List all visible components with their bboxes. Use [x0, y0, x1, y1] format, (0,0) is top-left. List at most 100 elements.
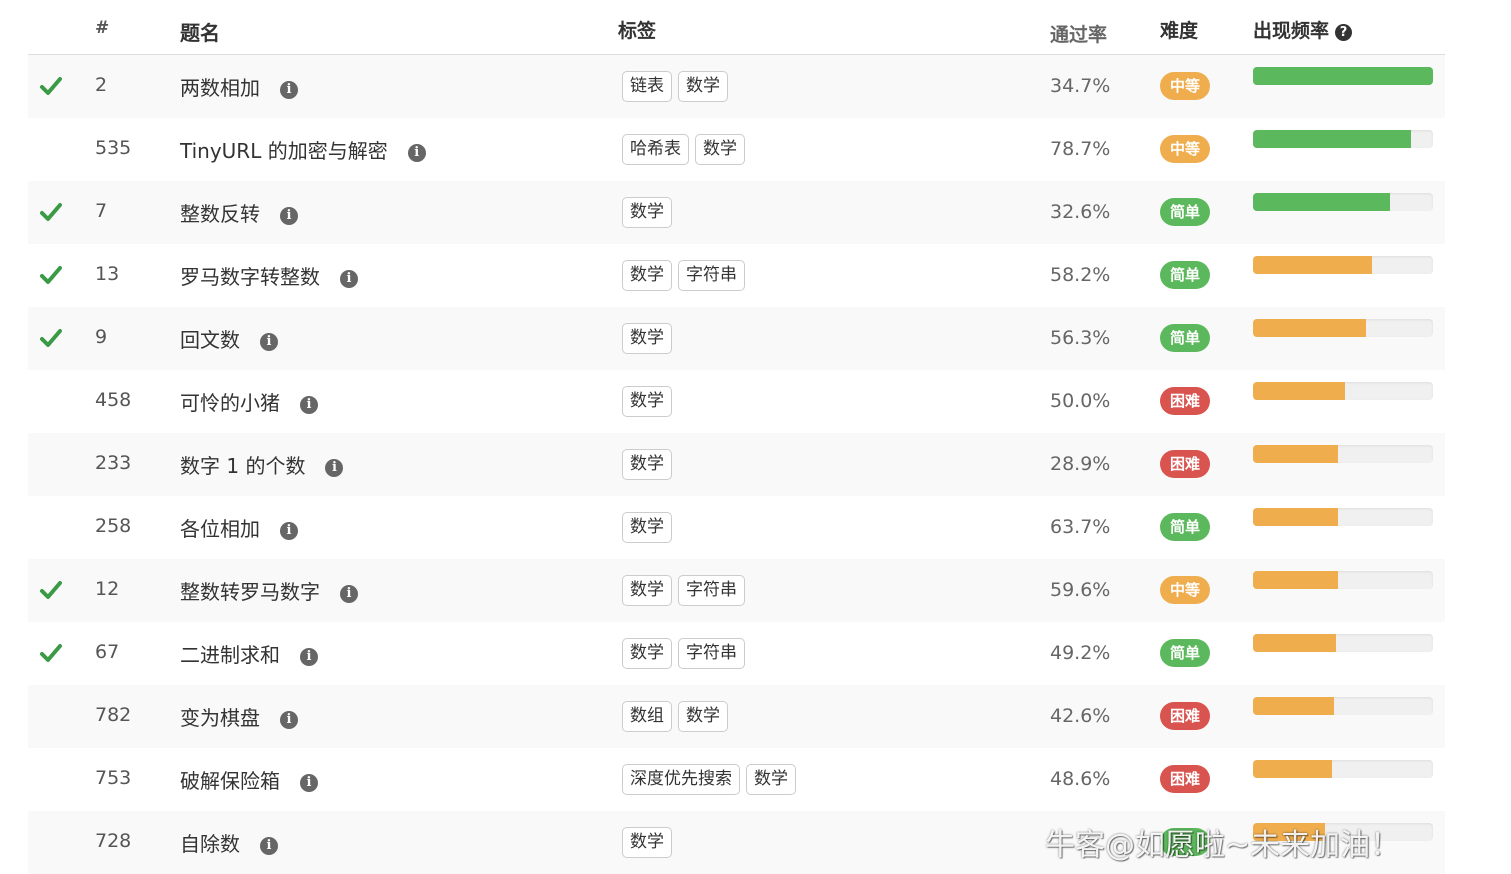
tag-badge[interactable]: 数学 — [622, 386, 672, 417]
info-icon[interactable]: i — [300, 774, 318, 792]
tag-list: 数学 字符串 — [622, 638, 751, 669]
problem-title-link[interactable]: 变为棋盘 — [180, 706, 260, 730]
tag-badge[interactable]: 数学 — [678, 71, 728, 102]
info-icon[interactable]: i — [280, 522, 298, 540]
problem-title-cell: TinyURL 的加密与解密 i — [180, 135, 426, 164]
acceptance-rate: 56.3% — [1050, 327, 1111, 349]
info-icon[interactable]: i — [325, 459, 344, 477]
info-icon[interactable]: i — [280, 81, 298, 99]
acceptance-rate: 28.9% — [1050, 453, 1111, 475]
problem-title-link[interactable]: 两数相加 — [180, 76, 260, 100]
problem-title-cell: 数字 1 的个数 i — [180, 450, 344, 479]
tag-badge[interactable]: 数学 — [622, 260, 672, 291]
tag-badge[interactable]: 数学 — [695, 134, 745, 165]
problem-id: 12 — [95, 578, 120, 600]
table-row[interactable]: 13 罗马数字转整数 i 数学 字符串 58.2% 简单 — [28, 244, 1445, 307]
difficulty-badge: 简单 — [1160, 324, 1210, 352]
table-row[interactable]: 753 破解保险箱 i 深度优先搜索 数学 48.6% 困难 — [28, 748, 1445, 811]
header-num[interactable]: # — [95, 18, 109, 38]
tag-badge[interactable]: 数学 — [622, 827, 672, 858]
tag-badge[interactable]: 数学 — [622, 638, 672, 669]
tag-badge[interactable]: 深度优先搜索 — [622, 764, 740, 795]
problem-id: 535 — [95, 137, 132, 159]
problem-table: # 题名 标签 通过率 难度 出现频率? 2 两数相加 i 链表 数学 34.7% 中等 53… — [28, 0, 1445, 874]
tag-badge[interactable]: 数学 — [622, 323, 672, 354]
info-icon[interactable]: i — [407, 144, 426, 162]
info-icon[interactable]: i — [340, 270, 358, 288]
problem-title-link[interactable]: 罗马数字转整数 — [180, 265, 320, 289]
acceptance-rate: 34.7% — [1050, 75, 1111, 97]
table-body: 2 两数相加 i 链表 数学 34.7% 中等 535 TinyURL 的加密与解密 i 哈希表 数学… — [28, 55, 1445, 874]
table-row[interactable]: 7 整数反转 i 数学 32.6% 简单 — [28, 181, 1445, 244]
header-difficulty[interactable]: 难度 — [1160, 16, 1198, 43]
info-icon[interactable]: i — [260, 837, 278, 855]
tag-badge[interactable]: 字符串 — [678, 638, 745, 669]
tag-list: 深度优先搜索 数学 — [622, 764, 802, 795]
tag-badge[interactable]: 数学 — [622, 575, 672, 606]
table-row[interactable]: 458 可怜的小猪 i 数学 50.0% 困难 — [28, 370, 1445, 433]
problem-title-link[interactable]: 可怜的小猪 — [180, 391, 280, 415]
table-row[interactable]: 9 回文数 i 数学 56.3% 简单 — [28, 307, 1445, 370]
header-rate[interactable]: 通过率 — [1050, 20, 1107, 47]
info-icon[interactable]: i — [260, 333, 278, 351]
info-icon[interactable]: i — [280, 711, 298, 729]
problem-title-link[interactable]: 各位相加 — [180, 517, 260, 541]
acceptance-rate: 42.6% — [1050, 705, 1111, 727]
table-row[interactable]: 782 变为棋盘 i 数组 数学 42.6% 困难 — [28, 685, 1445, 748]
info-icon[interactable]: i — [300, 648, 318, 666]
frequency-bar-fill — [1253, 382, 1345, 400]
tag-list: 哈希表 数学 — [622, 134, 751, 165]
difficulty-badge: 简单 — [1160, 198, 1210, 226]
tag-list: 数学 — [622, 197, 678, 228]
tag-badge[interactable]: 数学 — [622, 512, 672, 543]
header-title[interactable]: 题名 — [180, 17, 220, 46]
table-row[interactable]: 12 整数转罗马数字 i 数学 字符串 59.6% 中等 — [28, 559, 1445, 622]
question-circle-icon[interactable]: ? — [1335, 24, 1353, 41]
watermark: 牛客@如愿啦~未来加油！ — [1045, 828, 1401, 863]
solved-check-icon — [40, 76, 62, 96]
frequency-bar — [1253, 760, 1433, 778]
problem-title-link[interactable]: 数字 1 的个数 — [180, 454, 305, 478]
info-icon[interactable]: i — [300, 396, 318, 414]
table-row[interactable]: 535 TinyURL 的加密与解密 i 哈希表 数学 78.7% 中等 — [28, 118, 1445, 181]
tag-list: 数学 — [622, 386, 678, 417]
tag-badge[interactable]: 字符串 — [678, 575, 745, 606]
tag-badge[interactable]: 哈希表 — [622, 134, 689, 165]
table-row[interactable]: 233 数字 1 的个数 i 数学 28.9% 困难 — [28, 433, 1445, 496]
tag-badge[interactable]: 数组 — [622, 701, 672, 732]
table-row[interactable]: 67 二进制求和 i 数学 字符串 49.2% 简单 — [28, 622, 1445, 685]
problem-title-link[interactable]: 自除数 — [180, 832, 240, 856]
problem-id: 782 — [95, 704, 132, 726]
problem-title-link[interactable]: 整数转罗马数字 — [180, 580, 320, 604]
difficulty-badge: 简单 — [1160, 639, 1210, 667]
info-icon[interactable]: i — [340, 585, 358, 603]
frequency-bar — [1253, 130, 1433, 148]
solved-check-icon — [40, 580, 62, 600]
tag-badge[interactable]: 数学 — [622, 197, 672, 228]
frequency-bar-fill — [1253, 697, 1334, 715]
tag-badge[interactable]: 数学 — [746, 764, 796, 795]
table-row[interactable]: 2 两数相加 i 链表 数学 34.7% 中等 — [28, 55, 1445, 118]
acceptance-rate: 78.7% — [1050, 138, 1111, 160]
acceptance-rate: 49.2% — [1050, 642, 1111, 664]
tag-list: 数组 数学 — [622, 701, 734, 732]
difficulty-badge: 中等 — [1160, 576, 1210, 604]
info-icon[interactable]: i — [280, 207, 298, 225]
frequency-bar-fill — [1253, 319, 1367, 337]
acceptance-rate: 50.0% — [1050, 390, 1111, 412]
tag-badge[interactable]: 数学 — [622, 449, 672, 480]
table-row[interactable]: 258 各位相加 i 数学 63.7% 简单 — [28, 496, 1445, 559]
problem-title-link[interactable]: 整数反转 — [180, 202, 260, 226]
difficulty-badge: 中等 — [1160, 72, 1210, 100]
frequency-bar — [1253, 67, 1433, 85]
problem-title-cell: 整数反转 i — [180, 198, 298, 227]
problem-title-link[interactable]: 回文数 — [180, 328, 240, 352]
problem-title-link[interactable]: TinyURL 的加密与解密 — [180, 139, 388, 163]
tag-badge[interactable]: 链表 — [622, 71, 672, 102]
problem-title-link[interactable]: 二进制求和 — [180, 643, 280, 667]
problem-title-link[interactable]: 破解保险箱 — [180, 769, 280, 793]
tag-badge[interactable]: 数学 — [678, 701, 728, 732]
acceptance-rate: 63.7% — [1050, 516, 1111, 538]
tag-badge[interactable]: 字符串 — [678, 260, 745, 291]
header-frequency[interactable]: 出现频率? — [1253, 16, 1353, 43]
